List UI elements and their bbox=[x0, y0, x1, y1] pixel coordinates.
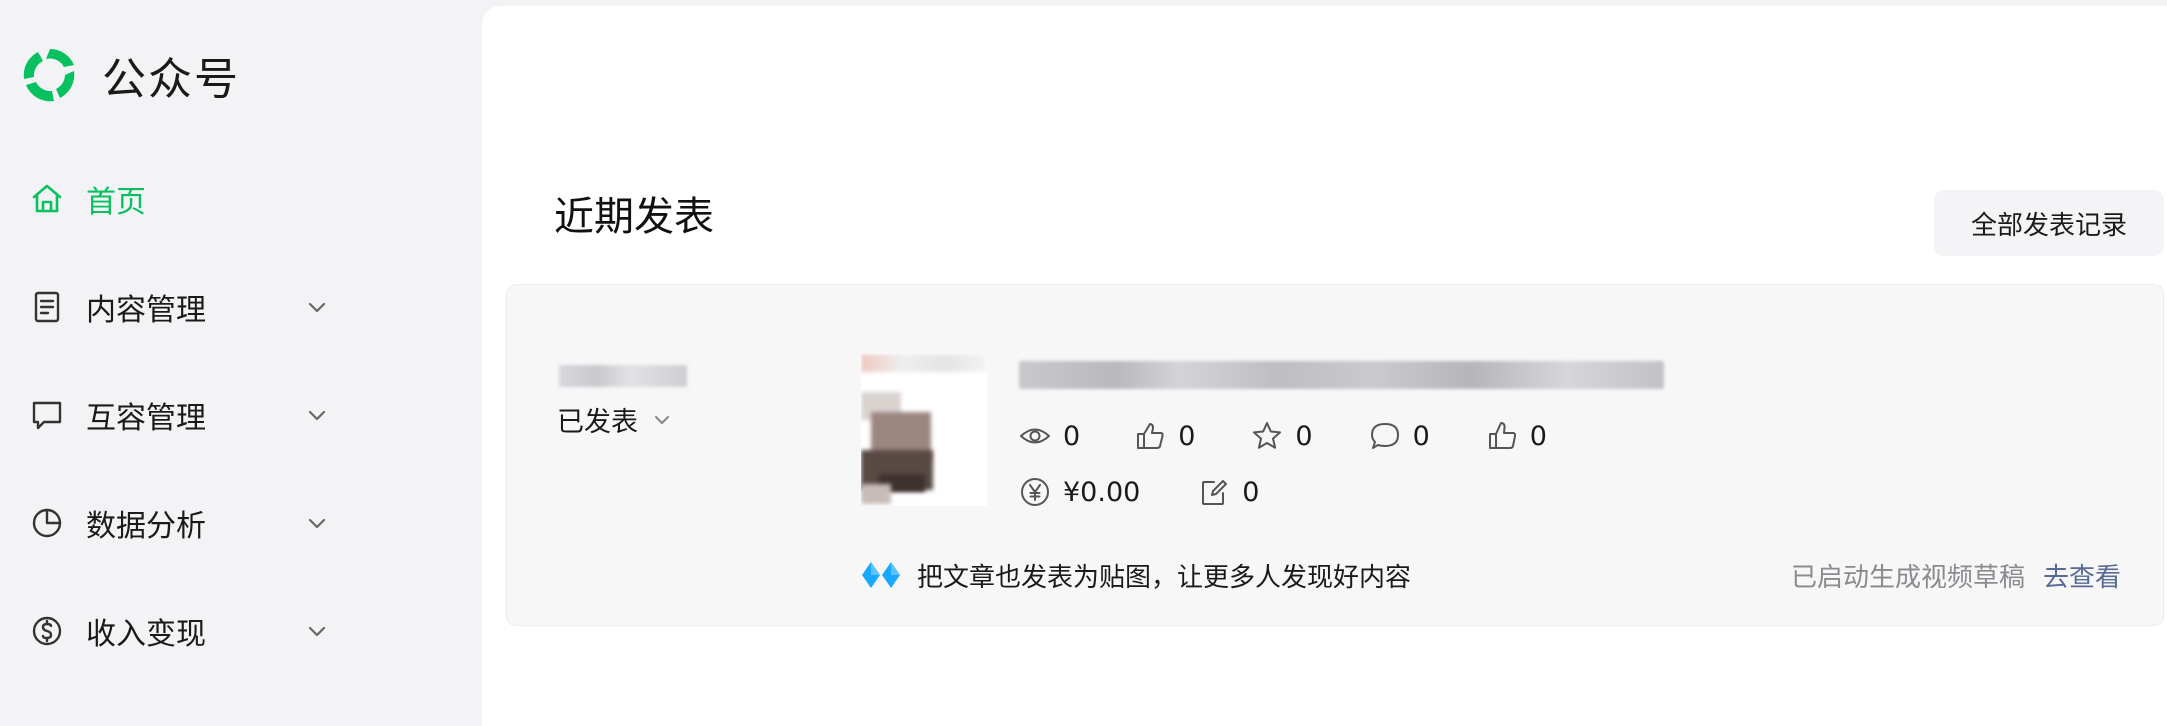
diamond-logo-icon bbox=[862, 562, 900, 588]
sidebar-item-content-management[interactable]: 内容管理 bbox=[0, 253, 482, 361]
sidebar-item-label: 数据分析 bbox=[86, 509, 206, 544]
sidebar: 公众号 首页 内容管理 互容管理 数据分析 收入变现 bbox=[0, 0, 482, 726]
chevron-down-icon[interactable] bbox=[303, 293, 331, 321]
stat-value: 0 bbox=[1242, 476, 1260, 508]
sidebar-item-home[interactable]: 首页 bbox=[0, 145, 482, 253]
message-icon bbox=[30, 398, 64, 432]
sidebar-item-label: 收入变现 bbox=[86, 617, 206, 652]
promo-banner[interactable]: 把文章也发表为贴图，让更多人发现好内容 bbox=[861, 555, 1411, 595]
post-status-label: 已发表 bbox=[557, 407, 638, 438]
stat-value: 0 bbox=[1063, 420, 1081, 452]
stat-value: 0 bbox=[1412, 420, 1430, 452]
post-date-blurred bbox=[559, 365, 687, 387]
post-stats-row: 0 0 0 0 0 bbox=[1019, 413, 1547, 459]
app-window: 公众号 首页 内容管理 互容管理 数据分析 收入变现 近期发表 全部发表记录 已… bbox=[0, 0, 2167, 726]
stat-favorites: 0 bbox=[1251, 413, 1313, 459]
recent-post-card: 已发表 0 0 0 0 0 ¥0.00 0 把文章也发表为贴图，让更多人发现好内… bbox=[506, 284, 2164, 626]
home-icon bbox=[30, 182, 64, 216]
pie-chart-icon bbox=[30, 506, 64, 540]
stat-comments: 0 bbox=[1369, 413, 1430, 459]
share-icon bbox=[1137, 423, 1164, 449]
go-view-link[interactable]: 去查看 bbox=[2043, 557, 2121, 594]
star-icon bbox=[1253, 422, 1282, 449]
sidebar-item-income[interactable]: 收入变现 bbox=[0, 577, 482, 685]
post-income-row: ¥0.00 0 bbox=[1019, 469, 1259, 515]
comment-icon bbox=[1370, 423, 1399, 449]
sidebar-item-label: 互容管理 bbox=[86, 401, 206, 436]
sidebar-nav: 首页 内容管理 互容管理 数据分析 收入变现 bbox=[0, 145, 482, 685]
sidebar-item-label: 内容管理 bbox=[86, 293, 206, 328]
post-status-dropdown[interactable]: 已发表 bbox=[557, 400, 674, 439]
chevron-down-icon[interactable] bbox=[303, 617, 331, 645]
dollar-circle-icon bbox=[30, 614, 64, 648]
stat-edits: 0 bbox=[1198, 469, 1259, 515]
wechat-official-account-logo-icon bbox=[23, 49, 75, 102]
yuan-circle-icon bbox=[1021, 478, 1049, 506]
video-draft-status: 已启动生成视频草稿 去查看 bbox=[1791, 555, 2121, 595]
brand[interactable]: 公众号 bbox=[20, 44, 240, 106]
chevron-down-icon[interactable] bbox=[303, 509, 331, 537]
document-icon bbox=[30, 290, 64, 324]
stat-value: 0 bbox=[1529, 420, 1547, 452]
stat-shares: 0 bbox=[1134, 413, 1195, 459]
video-status-text: 已启动生成视频草稿 bbox=[1790, 562, 2025, 593]
stat-income: ¥0.00 bbox=[1019, 469, 1140, 515]
thumbs-up-icon bbox=[1488, 422, 1516, 449]
chevron-down-icon[interactable] bbox=[303, 401, 331, 429]
post-title-blurred[interactable] bbox=[1019, 361, 1664, 389]
eye-icon bbox=[1020, 428, 1050, 444]
stat-value: ¥0.00 bbox=[1063, 476, 1141, 508]
stat-value: 0 bbox=[1295, 420, 1313, 452]
stat-reads: 0 bbox=[1019, 413, 1080, 459]
all-records-button[interactable]: 全部发表记录 bbox=[1934, 190, 2164, 256]
brand-name: 公众号 bbox=[102, 54, 240, 105]
main-panel: 近期发表 全部发表记录 已发表 0 0 0 0 0 ¥0.00 0 把文章也发表… bbox=[482, 6, 2167, 726]
sidebar-item-data-analysis[interactable]: 数据分析 bbox=[0, 469, 482, 577]
edit-icon bbox=[1202, 480, 1228, 505]
page-title: 近期发表 bbox=[554, 194, 714, 240]
promo-text: 把文章也发表为贴图，让更多人发现好内容 bbox=[917, 562, 1412, 593]
sidebar-item-label: 首页 bbox=[86, 185, 146, 220]
chevron-down-icon bbox=[655, 415, 669, 424]
stat-value: 0 bbox=[1178, 420, 1196, 452]
post-thumbnail[interactable] bbox=[861, 354, 987, 506]
sidebar-item-interaction-management[interactable]: 互容管理 bbox=[0, 361, 482, 469]
stat-likes: 0 bbox=[1486, 413, 1547, 459]
